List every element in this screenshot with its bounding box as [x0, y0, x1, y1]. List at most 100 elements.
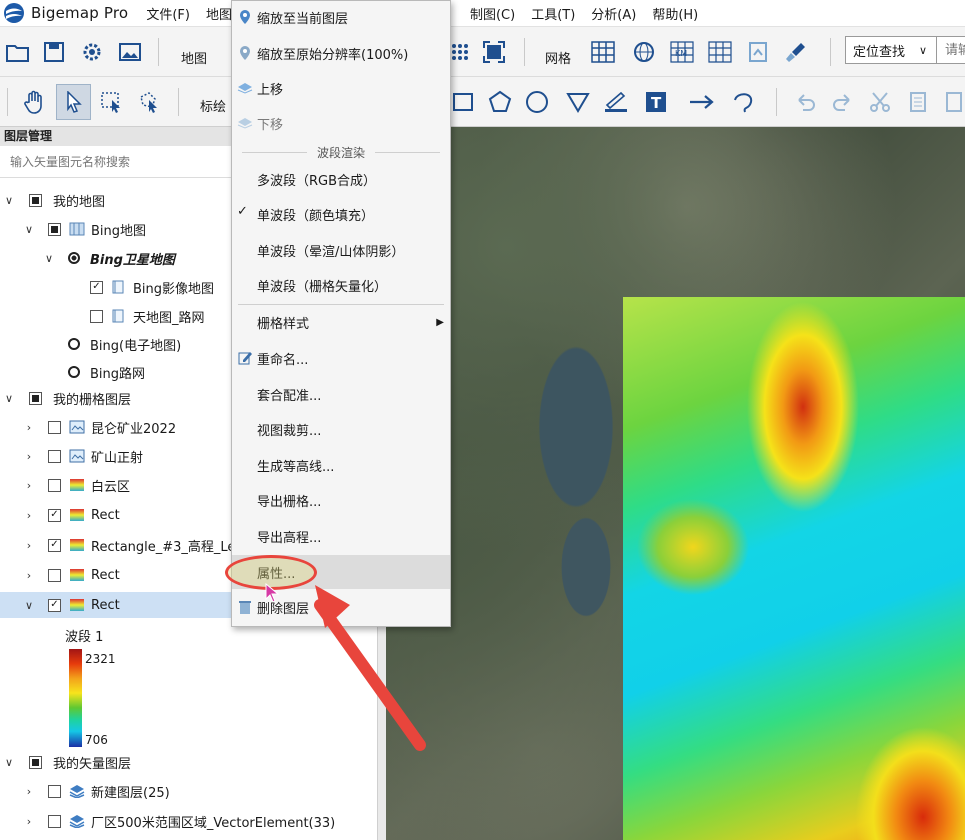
menu-item-label: 重命名... — [257, 352, 309, 368]
box-select-button[interactable] — [96, 86, 128, 118]
menu-cartography[interactable]: 制图(C) — [470, 4, 515, 23]
layer-checkbox[interactable] — [48, 420, 61, 434]
checkmark-icon: ✓ — [237, 204, 248, 219]
redo-button[interactable] — [826, 86, 858, 118]
clear-grid-button[interactable] — [780, 36, 812, 68]
layer-checkbox[interactable]: ✓ — [48, 598, 61, 612]
paste-button[interactable] — [938, 86, 965, 118]
layer-checkbox[interactable] — [29, 391, 42, 405]
menu-analysis[interactable]: 分析(A) — [591, 4, 636, 23]
layer-radio[interactable] — [68, 252, 80, 264]
layers-stack-icon — [69, 785, 85, 798]
grid-button[interactable] — [587, 36, 619, 68]
menu-zoom-native[interactable]: 缩放至原始分辨率(100%) — [232, 37, 450, 69]
menu-raster-style[interactable]: 栅格样式 ▶ — [232, 306, 450, 338]
locate-select[interactable]: 定位查找 ∨ — [845, 36, 937, 64]
rectangle-tool-button[interactable] — [447, 86, 479, 118]
pan-tool-button[interactable] — [19, 86, 51, 118]
layer-radio[interactable] — [68, 366, 80, 378]
menu-register[interactable]: 套合配准... — [232, 378, 450, 410]
settings-button[interactable] — [76, 36, 108, 68]
layer-checkbox[interactable] — [48, 814, 61, 828]
circle-tool-button[interactable] — [521, 86, 553, 118]
copy-button[interactable] — [902, 86, 934, 118]
sector-tool-button[interactable] — [562, 86, 594, 118]
layer-checkbox[interactable] — [48, 449, 61, 463]
document-icon — [749, 42, 767, 62]
chevron-down-icon[interactable]: ∨ — [42, 252, 56, 265]
chevron-right-icon[interactable]: › — [22, 815, 36, 828]
image-button[interactable] — [114, 36, 146, 68]
km-grid-button[interactable]: KM — [666, 36, 698, 68]
menu-export-raster[interactable]: 导出栅格... — [232, 484, 450, 516]
select-tool-button[interactable] — [56, 84, 91, 120]
layer-checkbox[interactable] — [90, 309, 103, 323]
chevron-right-icon[interactable]: › — [22, 785, 36, 798]
cut-button[interactable] — [864, 86, 896, 118]
layer-checkbox[interactable]: ✓ — [90, 280, 103, 294]
menu-single-vectorize[interactable]: 单波段（栅格矢量化） — [232, 269, 450, 301]
menu-move-up[interactable]: 上移 — [232, 72, 450, 104]
chevron-right-icon[interactable]: › — [22, 421, 36, 434]
curve-tool-button[interactable] — [728, 86, 760, 118]
layer-checkbox[interactable] — [29, 755, 42, 769]
layer-down-icon — [237, 118, 253, 129]
export-grid-button[interactable] — [742, 36, 774, 68]
save-button[interactable] — [38, 36, 70, 68]
layer-checkbox[interactable] — [48, 784, 61, 798]
menu-contour[interactable]: 生成等高线... — [232, 449, 450, 481]
undo-button[interactable] — [790, 86, 822, 118]
menu-help[interactable]: 帮助(H) — [652, 4, 698, 23]
layer-checkbox[interactable]: ✓ — [48, 508, 61, 522]
chevron-right-icon[interactable]: › — [22, 509, 36, 522]
layer-checkbox[interactable] — [29, 193, 42, 207]
mapsheet-grid-button[interactable] — [704, 36, 736, 68]
layer-checkbox[interactable] — [48, 222, 61, 236]
menu-item-label: 多波段（RGB合成） — [257, 173, 377, 189]
legend-title: 波段 1 — [65, 630, 104, 645]
menu-file[interactable]: 文件(F) — [146, 4, 190, 23]
open-folder-button[interactable] — [2, 36, 34, 68]
vector-layer-row[interactable]: › 新建图层(25) — [0, 778, 377, 804]
chevron-down-icon[interactable]: ∨ — [2, 756, 16, 769]
raster-layer-row-selected[interactable]: ∨ ✓ Rect — [0, 592, 232, 618]
map-canvas[interactable] — [386, 127, 965, 840]
fullscreen-button[interactable] — [478, 36, 510, 68]
chevron-down-icon[interactable]: ∨ — [2, 194, 16, 207]
vector-layer-row[interactable]: › 厂区500米范围区域_VectorElement(33) — [0, 808, 377, 834]
polygon-select-button[interactable] — [133, 86, 165, 118]
menu-tools[interactable]: 工具(T) — [531, 4, 575, 23]
chevron-right-icon[interactable]: › — [22, 539, 36, 552]
text-tool-button[interactable]: T — [640, 86, 672, 118]
menu-item-label: 下移 — [257, 117, 284, 133]
menu-single-hillshade[interactable]: 单波段（晕渲/山体阴影） — [232, 234, 450, 266]
menu-rename[interactable]: 重命名... — [232, 342, 450, 374]
menu-map[interactable]: 地图 — [206, 4, 232, 23]
globe-grid-button[interactable] — [628, 36, 660, 68]
menu-single-color[interactable]: ✓ 单波段（颜色填充） — [232, 198, 450, 230]
rectangle-icon — [453, 93, 473, 111]
undo-icon — [798, 94, 815, 111]
chevron-down-icon[interactable]: ∨ — [22, 599, 36, 612]
chevron-down-icon[interactable]: ∨ — [2, 392, 16, 405]
menu-move-down[interactable]: 下移 — [232, 107, 450, 139]
measure-tool-button[interactable] — [600, 86, 632, 118]
chevron-right-icon[interactable]: › — [22, 450, 36, 463]
coordinate-input[interactable] — [937, 36, 965, 64]
chevron-right-icon[interactable]: › — [22, 569, 36, 582]
layer-checkbox[interactable] — [48, 568, 61, 582]
arrow-tool-button[interactable] — [686, 86, 718, 118]
layer-checkbox[interactable] — [48, 478, 61, 492]
menu-multiband[interactable]: 多波段（RGB合成） — [232, 163, 450, 195]
layer-label: Rect — [91, 597, 120, 613]
menu-export-elevation[interactable]: 导出高程... — [232, 520, 450, 552]
dem-layer-icon — [70, 599, 84, 611]
polygon-tool-button[interactable] — [484, 86, 516, 118]
layer-checkbox[interactable]: ✓ — [48, 538, 61, 552]
redo-icon — [833, 94, 850, 111]
chevron-down-icon[interactable]: ∨ — [22, 223, 36, 236]
layer-radio[interactable] — [68, 338, 80, 350]
menu-clip[interactable]: 视图裁剪... — [232, 413, 450, 445]
menu-zoom-to-layer[interactable]: 缩放至当前图层 — [232, 1, 450, 33]
chevron-right-icon[interactable]: › — [22, 479, 36, 492]
